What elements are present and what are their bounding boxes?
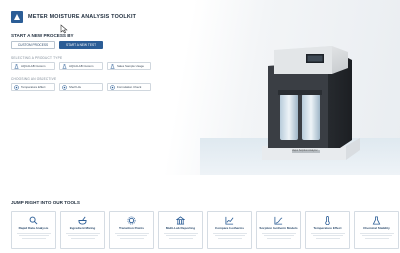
tool-card-title: Chemical Stability	[363, 226, 390, 230]
app-header: METER MOISTURE ANALYSIS TOOLKIT	[11, 11, 136, 23]
objective-option-label: Temperature Effect	[21, 85, 46, 89]
curve-chart-icon	[274, 216, 283, 225]
tool-card-description	[18, 235, 49, 237]
magnifier-icon	[29, 216, 38, 225]
start-process-heading: START A NEW PROCESS BY	[11, 33, 74, 38]
target-icon	[14, 84, 19, 90]
tool-card-description	[212, 232, 247, 234]
tool-card-description	[168, 238, 193, 240]
tool-card-description	[116, 235, 147, 237]
tool-card-title: Ingredient Mixing	[69, 226, 96, 230]
flask-icon	[14, 63, 19, 69]
tool-card-temperature-effect[interactable]: Temperature Effect	[305, 211, 350, 249]
objective-option-1[interactable]: Temperature Effect	[11, 83, 55, 91]
thermometer-icon	[325, 216, 330, 225]
line-chart-icon	[225, 216, 234, 225]
tool-card-description	[310, 232, 345, 234]
product-option-label: AQUALAB Custom	[69, 64, 94, 68]
tool-card-title: Sorption Isotherm Models	[259, 226, 298, 230]
tool-card-description	[114, 232, 149, 234]
tool-card-description	[21, 238, 46, 240]
tool-card-description	[67, 235, 98, 237]
start-buttons: CUSTOM PROCESS START A NEW TEST	[11, 41, 103, 49]
tool-card-ingredient-mixing[interactable]: Ingredient Mixing	[60, 211, 105, 249]
tool-card-sorption-isotherm-models[interactable]: Sorption Isotherm Models	[256, 211, 301, 249]
tool-card-title: Compare Isotherms	[214, 226, 245, 230]
tool-card-description	[217, 238, 242, 240]
tool-card-title: Temperature Effect	[313, 226, 342, 230]
building-icon	[176, 216, 185, 225]
bowl-icon	[78, 216, 87, 225]
product-option-label: AQUALAB Custom	[21, 64, 46, 68]
tool-card-compare-isotherms[interactable]: Compare Isotherms	[207, 211, 252, 249]
objective-label: CHOOSING AN OBJECTIVE	[11, 77, 57, 81]
analyzer-device-image	[262, 46, 360, 160]
tool-card-transition-points[interactable]: Transition Points	[109, 211, 154, 249]
tool-card-description	[119, 238, 144, 240]
flask-icon	[372, 216, 381, 225]
tool-card-description	[65, 232, 100, 234]
tool-card-description	[214, 235, 245, 237]
tool-card-description	[312, 235, 343, 237]
tool-card-title: Transition Points	[118, 226, 145, 230]
tool-card-chemical-stability[interactable]: Chemical Stability	[354, 211, 399, 249]
tool-card-description	[165, 235, 196, 237]
tool-card-description	[263, 235, 294, 237]
objective-option-2[interactable]: Shelf Life	[59, 83, 103, 91]
product-type-label: SELECTING A PRODUCT TYPE	[11, 56, 63, 60]
tool-card-multi-lab-reporting[interactable]: Multi-Lab Reporting	[158, 211, 203, 249]
tools-grid: Rapid Data Analysis Ingredient Mixing Tr…	[11, 211, 399, 249]
product-option-label: Sales Sample Usage	[117, 64, 144, 68]
tool-card-description	[266, 238, 291, 240]
tool-card-description	[261, 232, 296, 234]
product-option-3[interactable]: Sales Sample Usage	[107, 62, 151, 70]
flask-icon	[62, 63, 67, 69]
objective-options: Temperature Effect Shelf Life Formulatio…	[11, 83, 151, 91]
tool-card-title: Rapid Data Analysis	[18, 226, 49, 230]
app-logo-icon	[11, 11, 23, 23]
objective-option-label: Formulation Check	[117, 85, 142, 89]
tool-card-description	[163, 232, 198, 234]
tool-card-description	[364, 238, 389, 240]
tool-card-description	[359, 232, 394, 234]
target-icon	[110, 84, 115, 90]
objective-option-3[interactable]: Formulation Check	[107, 83, 151, 91]
tools-heading: JUMP RIGHT INTO OUR TOOLS	[11, 200, 80, 205]
objective-option-label: Shelf Life	[69, 85, 82, 89]
tool-card-description	[16, 232, 51, 234]
target-icon	[62, 84, 67, 90]
custom-process-button[interactable]: CUSTOM PROCESS	[11, 41, 55, 49]
tool-card-description	[70, 238, 95, 240]
product-type-options: AQUALAB Custom AQUALAB Custom Sales Samp…	[11, 62, 151, 70]
gear-icon	[127, 216, 136, 225]
product-option-1[interactable]: AQUALAB Custom	[11, 62, 55, 70]
tool-card-title: Multi-Lab Reporting	[165, 226, 196, 230]
tool-card-rapid-data-analysis[interactable]: Rapid Data Analysis	[11, 211, 56, 249]
flask-icon	[110, 63, 115, 69]
tool-card-description	[315, 238, 340, 240]
device-label: Vapor Sorption Analyzer	[292, 149, 318, 152]
start-new-test-button[interactable]: START A NEW TEST	[59, 41, 103, 49]
tool-card-description	[361, 235, 392, 237]
product-option-2[interactable]: AQUALAB Custom	[59, 62, 103, 70]
app-title: METER MOISTURE ANALYSIS TOOLKIT	[28, 14, 137, 20]
